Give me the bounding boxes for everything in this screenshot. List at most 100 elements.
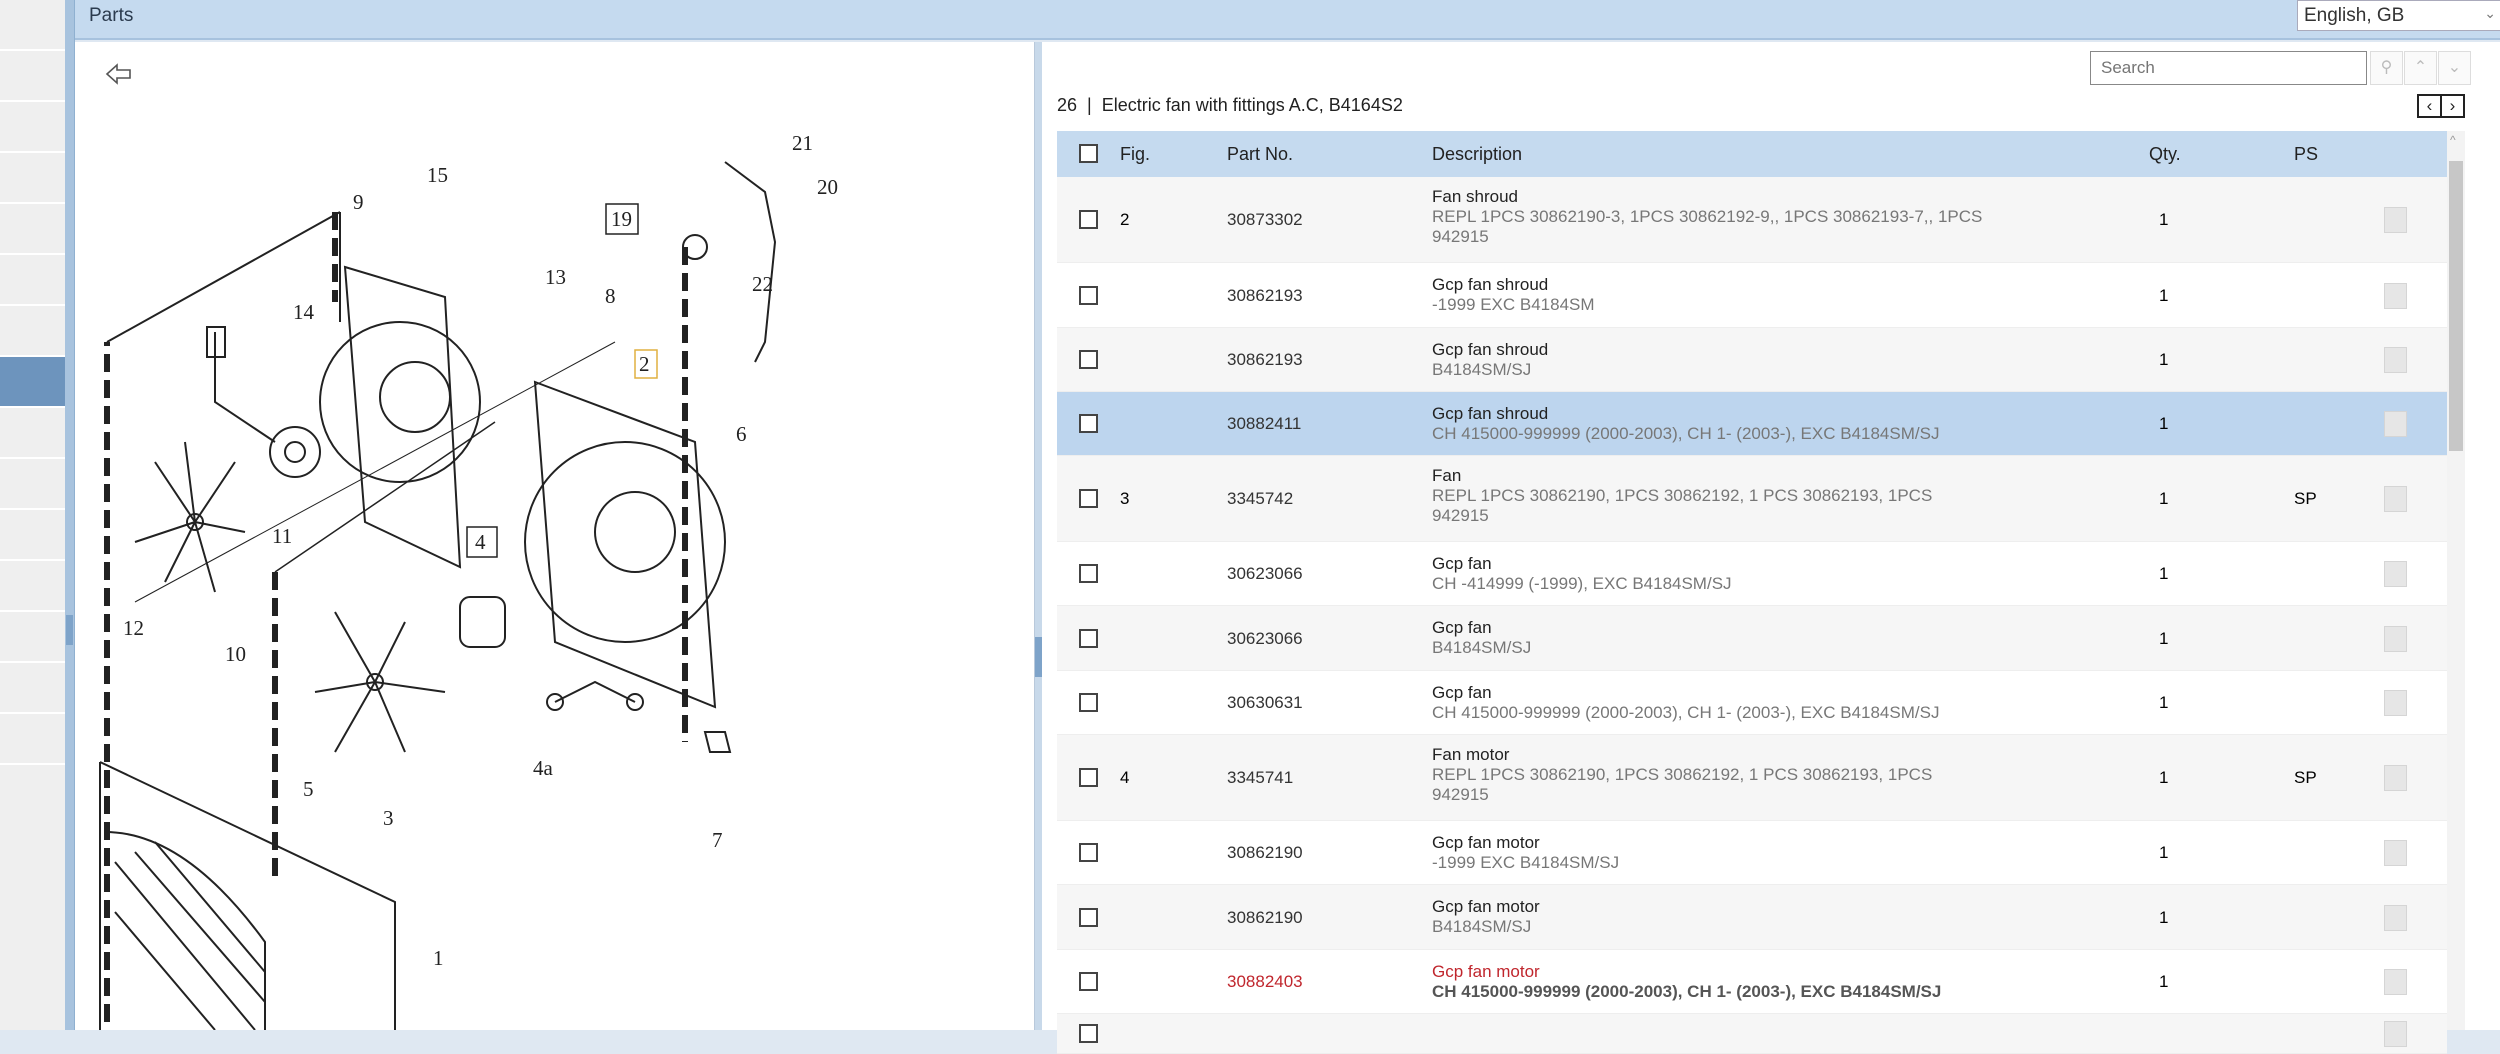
row-checkbox[interactable] xyxy=(1079,286,1098,305)
part-number[interactable]: 30862193 xyxy=(1227,286,1303,306)
row-checkbox[interactable] xyxy=(1079,1024,1098,1043)
splitter-handle[interactable] xyxy=(1035,637,1042,677)
search-input[interactable] xyxy=(2090,51,2367,85)
row-checkbox[interactable] xyxy=(1079,908,1098,927)
part-number[interactable]: 30882403 xyxy=(1227,972,1303,992)
callout-label[interactable]: 9 xyxy=(353,190,364,214)
part-number[interactable]: 30630631 xyxy=(1227,693,1303,713)
note-icon[interactable] xyxy=(2384,765,2407,791)
note-icon[interactable] xyxy=(2384,486,2407,512)
note-icon[interactable] xyxy=(2384,840,2407,866)
note-icon[interactable] xyxy=(2384,283,2407,309)
scroll-up-icon[interactable]: ^ xyxy=(2450,133,2456,147)
part-number[interactable]: 3345742 xyxy=(1227,489,1293,509)
note-icon[interactable] xyxy=(2384,626,2407,652)
callout-label[interactable]: 13 xyxy=(545,265,566,289)
callout-label[interactable]: 20 xyxy=(817,175,838,199)
scrollbar-thumb[interactable] xyxy=(2449,161,2463,451)
note-icon[interactable] xyxy=(2384,905,2407,931)
sidebar-item[interactable] xyxy=(0,51,65,102)
table-row[interactable]: 30623066 Gcp fan CH -414999 (-1999), EXC… xyxy=(1057,542,2447,606)
sidebar-item[interactable] xyxy=(0,459,65,510)
language-select[interactable]: English, GB ⌄ xyxy=(2297,0,2500,31)
row-checkbox[interactable] xyxy=(1079,210,1098,229)
sidebar-collapse-strip[interactable] xyxy=(65,0,75,1030)
callout-label[interactable]: 1 xyxy=(433,946,444,970)
sidebar-item[interactable] xyxy=(0,255,65,306)
callout-label[interactable]: 5 xyxy=(303,777,314,801)
note-icon[interactable] xyxy=(2384,1021,2407,1047)
column-header-fig[interactable]: Fig. xyxy=(1120,144,1150,165)
table-row[interactable]: 30882411 Gcp fan shroud CH 415000-999999… xyxy=(1057,392,2447,456)
callout-label[interactable]: 4a xyxy=(533,756,554,780)
part-number[interactable]: 30862193 xyxy=(1227,350,1303,370)
row-checkbox[interactable] xyxy=(1079,414,1098,433)
row-checkbox[interactable] xyxy=(1079,972,1098,991)
sidebar-item[interactable] xyxy=(0,510,65,561)
callout-label[interactable]: 22 xyxy=(752,272,773,296)
callout-label[interactable]: 8 xyxy=(605,284,616,308)
row-checkbox[interactable] xyxy=(1079,350,1098,369)
callout-label[interactable]: 19 xyxy=(611,207,632,231)
column-header-description[interactable]: Description xyxy=(1432,144,1522,165)
note-icon[interactable] xyxy=(2384,561,2407,587)
column-header-qty[interactable]: Qty. xyxy=(2149,144,2181,165)
sidebar-item[interactable] xyxy=(0,0,65,51)
row-checkbox[interactable] xyxy=(1079,843,1098,862)
part-number[interactable]: 3345741 xyxy=(1227,768,1293,788)
collapse-handle[interactable] xyxy=(66,615,73,645)
callout-label[interactable]: 7 xyxy=(712,828,723,852)
search-prev-button[interactable]: ⌃ xyxy=(2404,51,2437,85)
callout-label[interactable]: 4 xyxy=(475,530,486,554)
exploded-parts-diagram[interactable]: 21 20 19 15 9 13 8 22 14 2 6 4 11 12 10 … xyxy=(75,42,1035,1030)
row-checkbox[interactable] xyxy=(1079,629,1098,648)
column-header-part-no[interactable]: Part No. xyxy=(1227,144,1293,165)
part-number[interactable]: 30862190 xyxy=(1227,843,1303,863)
callout-label[interactable]: 10 xyxy=(225,642,246,666)
row-checkbox[interactable] xyxy=(1079,564,1098,583)
search-next-button[interactable]: ⌄ xyxy=(2438,51,2471,85)
note-icon[interactable] xyxy=(2384,969,2407,995)
table-row[interactable]: 30862190 Gcp fan motor -1999 EXC B4184SM… xyxy=(1057,821,2447,885)
callout-label-selected[interactable]: 2 xyxy=(639,352,650,376)
table-row[interactable]: 30882403 Gcp fan motor CH 415000-999999 … xyxy=(1057,950,2447,1014)
select-all-checkbox[interactable] xyxy=(1079,144,1098,163)
row-checkbox[interactable] xyxy=(1079,768,1098,787)
table-row[interactable]: 4 3345741 Fan motor REPL 1PCS 30862190, … xyxy=(1057,735,2447,821)
part-number[interactable]: 30623066 xyxy=(1227,629,1303,649)
note-icon[interactable] xyxy=(2384,347,2407,373)
note-icon[interactable] xyxy=(2384,411,2407,437)
search-icon[interactable]: ⚲ xyxy=(2370,51,2403,85)
table-row[interactable]: 30862190 Gcp fan motor B4184SM/SJ 1 xyxy=(1057,885,2447,950)
part-number[interactable]: 30862190 xyxy=(1227,908,1303,928)
sidebar-item[interactable] xyxy=(0,561,65,612)
next-group-button[interactable]: › xyxy=(2440,94,2465,118)
table-row[interactable]: 30862193 Gcp fan shroud B4184SM/SJ 1 xyxy=(1057,328,2447,392)
note-icon[interactable] xyxy=(2384,690,2407,716)
back-arrow-icon[interactable] xyxy=(105,62,133,86)
table-row[interactable] xyxy=(1057,1014,2447,1054)
table-row[interactable]: 2 30873302 Fan shroud REPL 1PCS 30862190… xyxy=(1057,177,2447,263)
callout-label[interactable]: 3 xyxy=(383,806,394,830)
callout-label[interactable]: 12 xyxy=(123,616,144,640)
column-header-ps[interactable]: PS xyxy=(2294,144,2318,165)
part-number[interactable]: 30882411 xyxy=(1227,414,1301,434)
callout-label[interactable]: 21 xyxy=(792,131,813,155)
sidebar-item[interactable] xyxy=(0,204,65,255)
part-number[interactable]: 30873302 xyxy=(1227,210,1303,230)
previous-group-button[interactable]: ‹ xyxy=(2417,94,2442,118)
sidebar-item[interactable] xyxy=(0,612,65,663)
sidebar-item[interactable] xyxy=(0,102,65,153)
callout-label[interactable]: 6 xyxy=(736,422,747,446)
part-number[interactable]: 30623066 xyxy=(1227,564,1303,584)
note-icon[interactable] xyxy=(2384,207,2407,233)
panel-splitter[interactable] xyxy=(1035,42,1042,1030)
table-row[interactable]: 3 3345742 Fan REPL 1PCS 30862190, 1PCS 3… xyxy=(1057,456,2447,542)
sidebar-item[interactable] xyxy=(0,153,65,204)
sidebar-item[interactable] xyxy=(0,714,65,765)
table-row[interactable]: 30862193 Gcp fan shroud -1999 EXC B4184S… xyxy=(1057,263,2447,328)
row-checkbox[interactable] xyxy=(1079,489,1098,508)
sidebar-item[interactable] xyxy=(0,663,65,714)
table-row[interactable]: 30623066 Gcp fan B4184SM/SJ 1 xyxy=(1057,606,2447,671)
row-checkbox[interactable] xyxy=(1079,693,1098,712)
